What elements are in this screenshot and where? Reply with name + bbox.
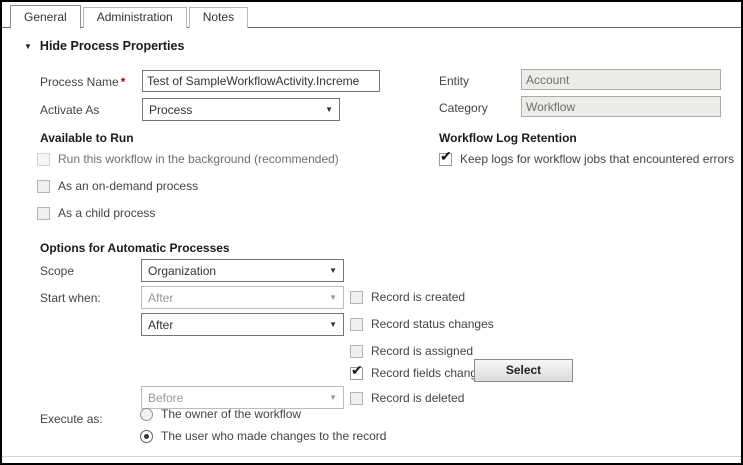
chevron-down-icon: ▼ <box>329 393 337 402</box>
checkbox-record-created[interactable]: ✔ Record is created <box>350 290 465 304</box>
checkbox-label: As a child process <box>58 206 155 220</box>
timing-dropdown-deleted: Before ▼ <box>141 386 344 409</box>
checkbox-record-status-changes[interactable]: ✔ Record status changes <box>350 317 494 331</box>
bottom-divider <box>2 456 741 457</box>
process-name-label-text: Process Name <box>40 75 119 89</box>
tab-bar: General Administration Notes <box>10 2 250 28</box>
timing-value: After <box>148 318 173 332</box>
category-label: Category <box>439 101 488 115</box>
category-input <box>521 96 721 117</box>
timing-dropdown-created: After ▼ <box>141 286 344 309</box>
auto-options-heading: Options for Automatic Processes <box>40 241 230 255</box>
scope-dropdown[interactable]: Organization ▼ <box>141 259 344 282</box>
checkbox-label: Record is created <box>371 290 465 304</box>
chevron-down-icon: ▼ <box>329 266 337 275</box>
checkmark-icon: ✔ <box>351 363 363 377</box>
checkbox-label: Record fields change <box>371 366 484 380</box>
checkbox-box: ✔ <box>37 207 50 220</box>
checkbox-label: Record is assigned <box>371 344 473 358</box>
chevron-down-icon: ▼ <box>325 105 333 114</box>
timing-dropdown-status-changes[interactable]: After ▼ <box>141 313 344 336</box>
checkmark-icon: ✔ <box>440 149 452 163</box>
chevron-down-icon: ▼ <box>329 293 337 302</box>
checkbox-label: Run this workflow in the background (rec… <box>58 152 339 166</box>
process-name-label: Process Name* <box>40 75 125 89</box>
available-to-run-heading: Available to Run <box>40 131 134 145</box>
checkbox-box: ✔ <box>37 180 50 193</box>
checkbox-box: ✔ <box>37 153 50 166</box>
activate-as-dropdown[interactable]: Process ▼ <box>142 98 340 121</box>
radio-owner-of-workflow[interactable]: The owner of the workflow <box>140 407 301 421</box>
required-asterisk: * <box>121 75 126 89</box>
checkbox-label: Record status changes <box>371 317 494 331</box>
radio-label: The user who made changes to the record <box>161 429 386 443</box>
checkbox-run-in-background: ✔ Run this workflow in the background (r… <box>37 152 339 166</box>
chevron-down-icon: ▼ <box>329 320 337 329</box>
checkbox-box: ✔ <box>350 367 363 380</box>
log-retention-heading: Workflow Log Retention <box>439 131 577 145</box>
tab-general[interactable]: General <box>10 5 81 29</box>
activate-as-label: Activate As <box>40 103 99 117</box>
checkbox-keep-logs[interactable]: ✔ Keep logs for workflow jobs that encou… <box>439 152 734 166</box>
execute-as-label: Execute as: <box>40 412 103 426</box>
checkbox-box: ✔ <box>350 291 363 304</box>
activate-as-value: Process <box>149 103 192 117</box>
radio-label: The owner of the workflow <box>161 407 301 421</box>
checkbox-box: ✔ <box>350 392 363 405</box>
tab-administration[interactable]: Administration <box>83 7 187 28</box>
checkbox-box: ✔ <box>350 345 363 358</box>
select-fields-button[interactable]: Select <box>474 359 573 382</box>
scope-value: Organization <box>148 264 216 278</box>
process-properties-dialog: General Administration Notes ▼ Hide Proc… <box>0 0 743 465</box>
scope-label: Scope <box>40 264 74 278</box>
checkbox-record-fields-change[interactable]: ✔ Record fields change <box>350 366 484 380</box>
radio-circle <box>140 430 153 443</box>
section-title: Hide Process Properties <box>40 39 185 53</box>
entity-input <box>521 69 721 90</box>
radio-circle <box>140 408 153 421</box>
process-name-input[interactable] <box>142 70 380 92</box>
collapse-caret-icon: ▼ <box>24 42 32 51</box>
checkbox-child-process[interactable]: ✔ As a child process <box>37 206 155 220</box>
hide-process-properties-toggle[interactable]: ▼ Hide Process Properties <box>24 39 184 53</box>
checkbox-label: As an on-demand process <box>58 179 198 193</box>
entity-label: Entity <box>439 74 469 88</box>
checkbox-box: ✔ <box>439 153 452 166</box>
checkbox-label: Record is deleted <box>371 391 464 405</box>
tab-notes[interactable]: Notes <box>189 7 248 28</box>
checkbox-on-demand-process[interactable]: ✔ As an on-demand process <box>37 179 198 193</box>
checkbox-record-deleted[interactable]: ✔ Record is deleted <box>350 391 464 405</box>
checkbox-box: ✔ <box>350 318 363 331</box>
start-when-label: Start when: <box>40 291 101 305</box>
radio-user-who-made-changes[interactable]: The user who made changes to the record <box>140 429 386 443</box>
checkbox-label: Keep logs for workflow jobs that encount… <box>460 152 734 166</box>
checkbox-record-assigned[interactable]: ✔ Record is assigned <box>350 344 473 358</box>
timing-value: Before <box>148 391 183 405</box>
timing-value: After <box>148 291 173 305</box>
